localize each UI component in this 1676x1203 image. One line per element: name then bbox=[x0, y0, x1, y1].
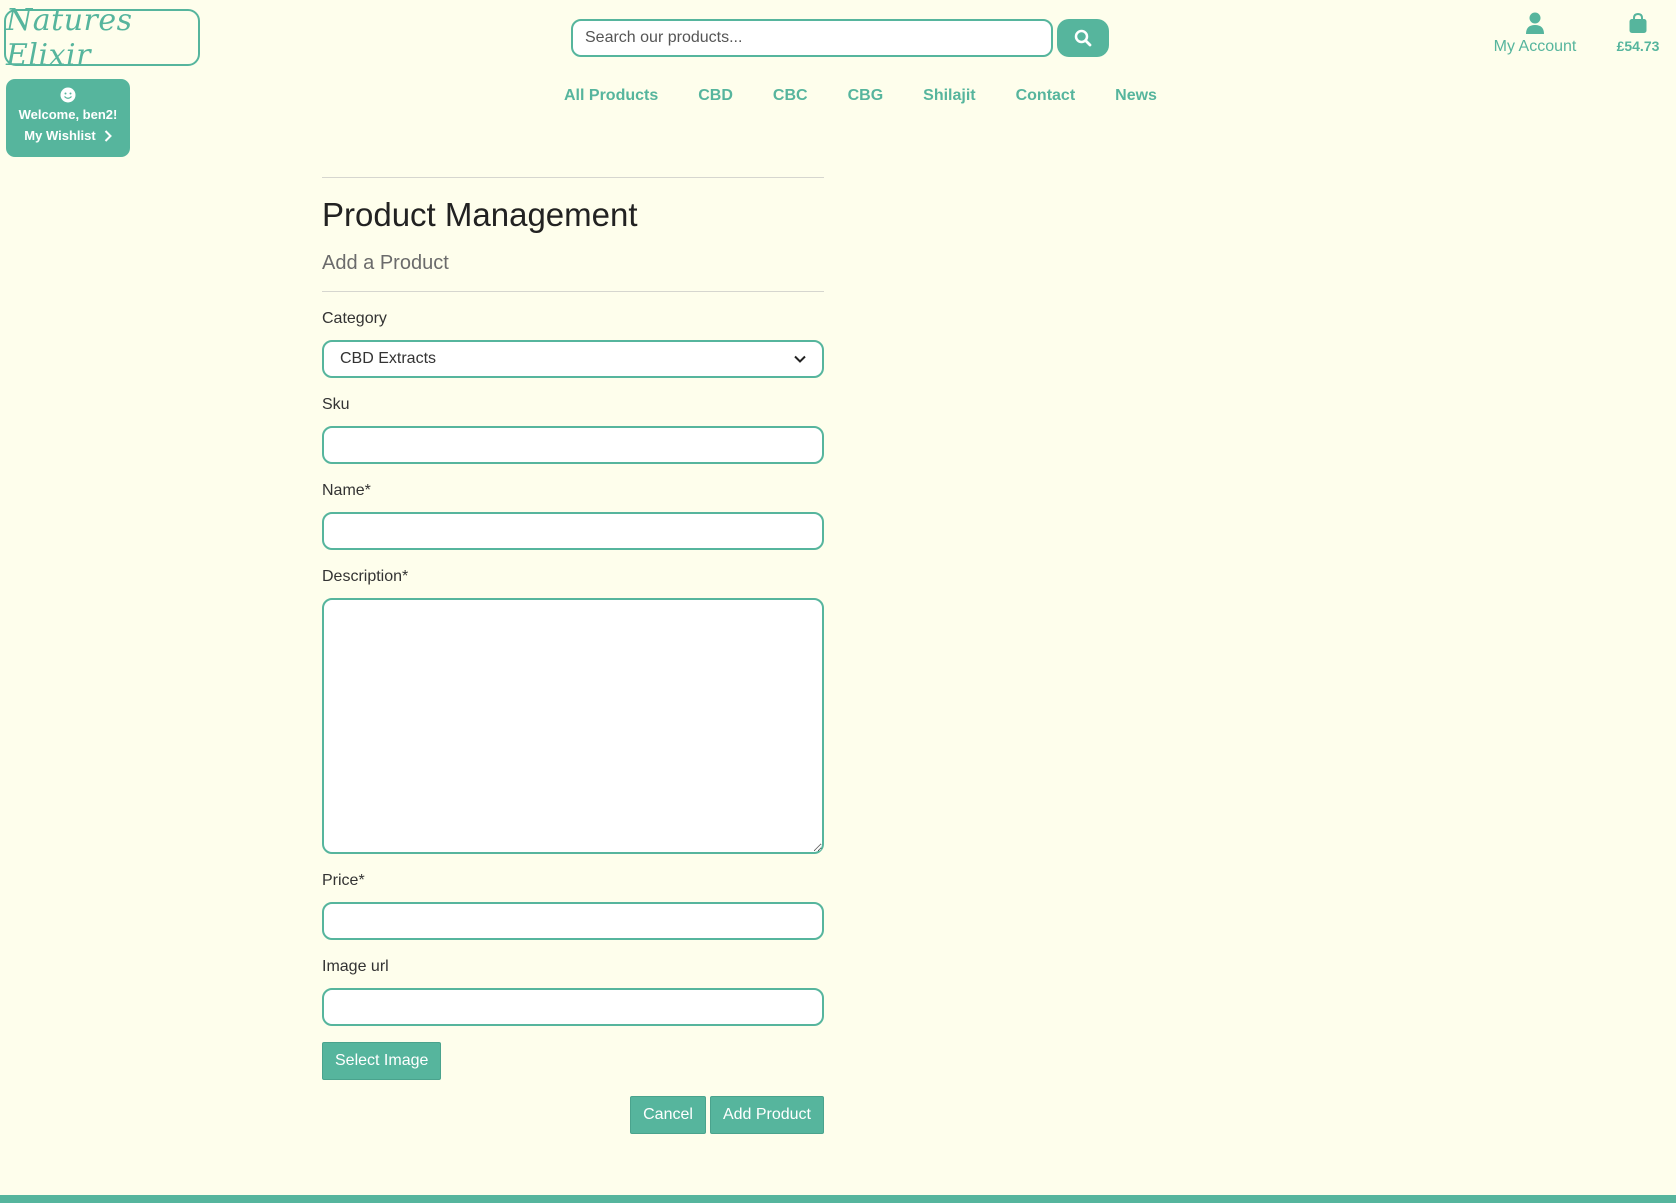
search-icon bbox=[1074, 29, 1092, 47]
add-product-button[interactable]: Add Product bbox=[709, 1096, 824, 1134]
nav-item-contact[interactable]: Contact bbox=[1016, 87, 1076, 105]
nav-item-shilajit[interactable]: Shilajit bbox=[923, 87, 975, 105]
account-label: My Account bbox=[1493, 38, 1577, 55]
welcome-greeting: Welcome, ben2! bbox=[18, 107, 118, 122]
nav-item-cbc[interactable]: CBC bbox=[773, 87, 808, 105]
sku-label: Sku bbox=[322, 396, 350, 413]
main-nav: All Products CBD CBC CBG Shilajit Contac… bbox=[564, 87, 1197, 105]
page-subtitle: Add a Product bbox=[322, 252, 449, 274]
wishlist-label: My Wishlist bbox=[24, 128, 96, 143]
price-input[interactable] bbox=[322, 902, 824, 940]
divider bbox=[322, 291, 824, 292]
image-url-label: Image url bbox=[322, 958, 389, 975]
search-bar bbox=[571, 19, 1109, 57]
basket-total: £54.73 bbox=[1616, 38, 1660, 54]
sku-input[interactable] bbox=[322, 426, 824, 464]
divider bbox=[322, 177, 824, 178]
select-image-button[interactable]: Select Image bbox=[322, 1042, 442, 1080]
product-management-form: Product Management Add a Product Categor… bbox=[322, 177, 824, 1134]
nav-item-cbg[interactable]: CBG bbox=[848, 87, 884, 105]
category-select[interactable]: CBD Extracts bbox=[322, 340, 824, 378]
chevron-right-icon bbox=[104, 129, 112, 142]
user-icon bbox=[1526, 12, 1544, 34]
nav-item-all-products[interactable]: All Products bbox=[564, 87, 658, 105]
my-account-link[interactable]: My Account bbox=[1485, 12, 1585, 56]
price-label: Price* bbox=[322, 872, 365, 889]
site-logo[interactable]: Natures Elixir bbox=[4, 3, 200, 73]
page-title: Product Management bbox=[322, 196, 638, 233]
name-input[interactable] bbox=[322, 512, 824, 550]
category-label: Category bbox=[322, 310, 387, 327]
footer-bar bbox=[0, 1195, 1676, 1203]
nav-item-news[interactable]: News bbox=[1115, 87, 1157, 105]
logo-text: Natures Elixir bbox=[6, 2, 133, 73]
nav-item-cbd[interactable]: CBD bbox=[698, 87, 733, 105]
wishlist-link[interactable]: My Wishlist bbox=[6, 128, 130, 143]
search-button[interactable] bbox=[1057, 19, 1109, 57]
smile-icon bbox=[60, 87, 76, 103]
chevron-down-icon bbox=[794, 355, 806, 363]
shopping-bag-icon bbox=[1629, 12, 1647, 33]
welcome-panel[interactable]: Welcome, ben2! My Wishlist bbox=[6, 79, 130, 157]
name-label: Name* bbox=[322, 482, 371, 499]
basket-link[interactable]: £54.73 bbox=[1605, 12, 1671, 54]
category-selected-value: CBD Extracts bbox=[340, 350, 437, 367]
search-input[interactable] bbox=[571, 19, 1053, 57]
description-textarea[interactable] bbox=[322, 598, 824, 854]
description-label: Description* bbox=[322, 568, 409, 585]
cancel-button[interactable]: Cancel bbox=[630, 1096, 706, 1134]
image-url-input[interactable] bbox=[322, 988, 824, 1026]
